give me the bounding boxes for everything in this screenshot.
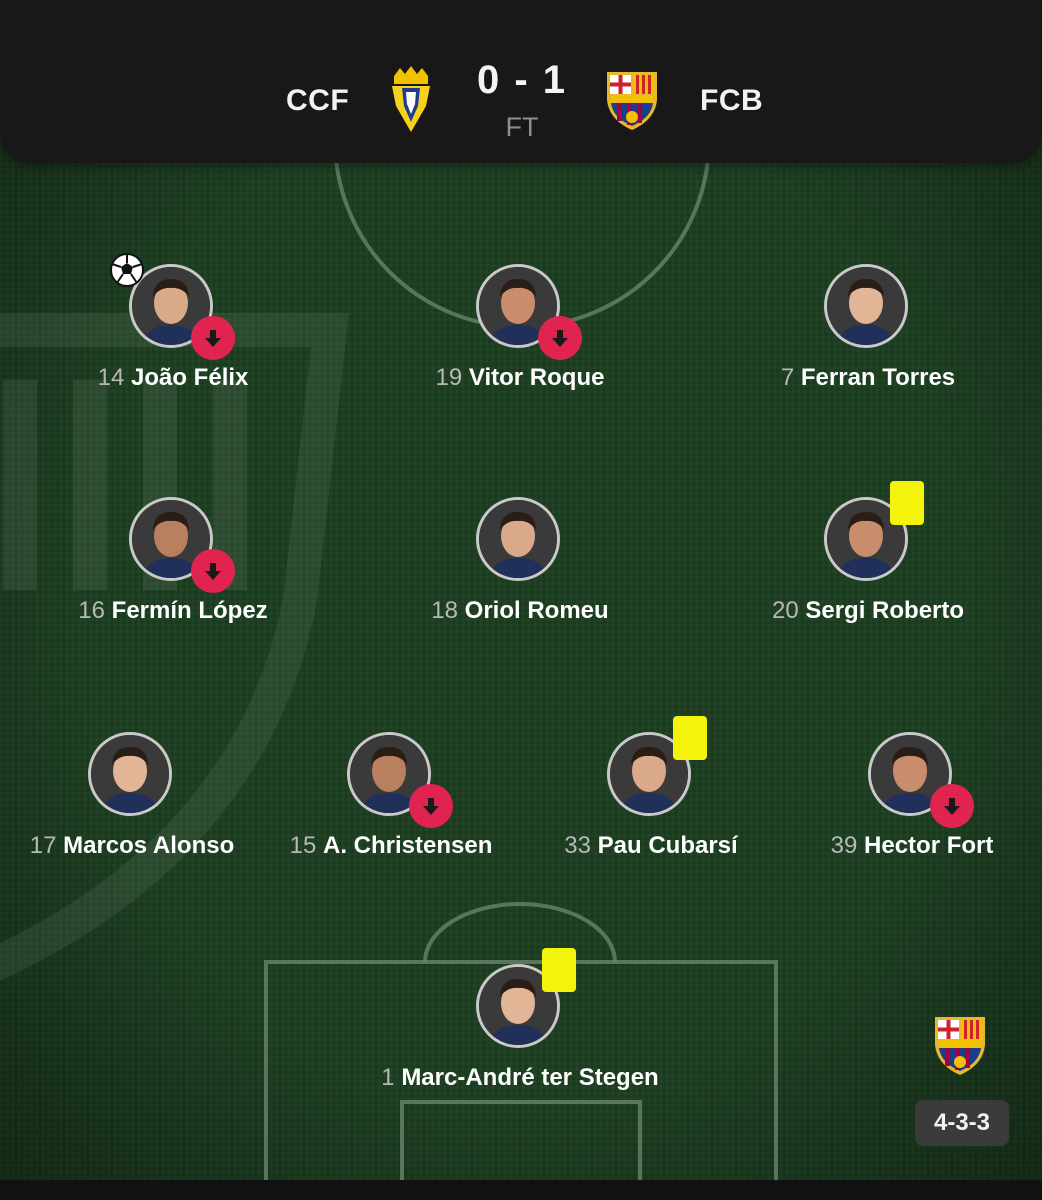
player-number: 1 [381,1064,395,1091]
player-name-line: 1 Marc-André ter Stegen [370,1064,670,1092]
player-name: Ferran Torres [800,364,956,391]
player-name-line: 17 Marcos Alonso [0,832,282,860]
player-card-hector-fort[interactable]: 39 Hector Fort [762,732,1042,872]
goal-ball-icon [109,252,145,288]
formation-badge: 4-3-3 [915,1100,1009,1146]
player-card-ferran-torres[interactable]: 7 Ferran Torres [718,264,1018,404]
player-number: 17 [29,832,57,859]
player-name-line: 20 Sergi Roberto [718,597,1018,625]
lineup-screen: CCF 0 - 1 FT FCB 14 João Félix 19 Vitor … [0,0,1042,1200]
player-name-line: 14 João Félix [23,364,323,392]
match-status: FT [505,112,539,142]
player-name-line: 15 A. Christensen [241,832,541,860]
player-name-line: 16 Fermín López [23,597,323,625]
substitution-off-icon [409,784,453,828]
player-number: 7 [780,364,795,391]
score: 0 - 1 [476,58,568,102]
player-number: 19 [435,364,463,391]
cadiz-crest-icon[interactable] [388,66,434,134]
player-number: 15 [289,832,317,859]
yellow-card-icon [890,481,924,525]
player-card-a-christensen[interactable]: 15 A. Christensen [241,732,541,872]
fcb-crest-icon[interactable] [931,1015,989,1077]
player-number: 33 [564,832,591,859]
match-header: CCF 0 - 1 FT FCB [0,0,1042,163]
player-name: Oriol Romeu [464,597,609,624]
player-number: 20 [771,597,799,624]
player-name-line: 33 Pau Cubarsí [501,832,801,860]
player-card-sergi-roberto[interactable]: 20 Sergi Roberto [718,481,1018,637]
away-team-code: FCB [700,84,764,117]
player-name: Fermín López [111,597,268,624]
player-avatar[interactable] [476,497,560,581]
player-name: Vitor Roque [468,364,605,391]
yellow-card-icon [542,948,576,992]
home-team-code: CCF [286,84,350,117]
yellow-card-icon [673,716,707,760]
player-name: Marcos Alonso [63,832,235,859]
player-card-marcos-alonso[interactable]: 17 Marcos Alonso [0,732,282,872]
player-card-joao-felix[interactable]: 14 João Félix [23,253,323,404]
player-card-oriol-romeu[interactable]: 18 Oriol Romeu [370,497,670,637]
player-number: 39 [830,832,858,859]
player-card-pau-cubarsi[interactable]: 33 Pau Cubarsí [501,716,801,872]
player-name: João Félix [131,364,249,391]
substitution-off-icon [930,784,974,828]
player-name: Hector Fort [864,832,994,859]
player-number: 18 [431,597,458,624]
player-avatar[interactable] [88,732,172,816]
player-name: Sergi Roberto [805,597,965,624]
substitution-off-icon [538,316,582,360]
player-name: A. Christensen [323,832,493,859]
player-name: Marc-André ter Stegen [401,1064,659,1091]
player-name-line: 39 Hector Fort [762,832,1042,860]
player-card-fermin-lopez[interactable]: 16 Fermín López [23,497,323,637]
bottom-bar [0,1180,1042,1200]
player-name-line: 18 Oriol Romeu [370,597,670,625]
player-name-line: 19 Vitor Roque [370,364,670,392]
substitution-off-icon [191,549,235,593]
player-number: 14 [97,364,125,391]
fcb-crest-icon[interactable] [603,70,661,132]
player-name: Pau Cubarsí [597,832,738,859]
substitution-off-icon [191,316,235,360]
player-number: 16 [78,597,105,624]
player-avatar[interactable] [824,264,908,348]
player-name-line: 7 Ferran Torres [718,364,1018,392]
player-card-vitor-roque[interactable]: 19 Vitor Roque [370,264,670,404]
player-card-ter-stegen[interactable]: 1 Marc-André ter Stegen [370,948,670,1104]
